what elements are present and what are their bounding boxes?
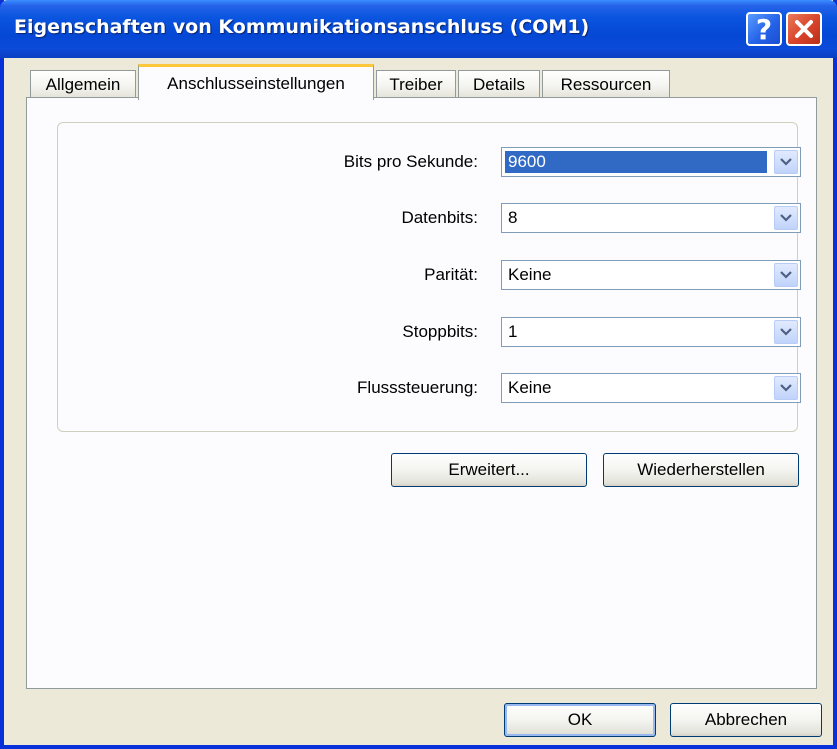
data-bits-value: 8: [508, 208, 518, 227]
flow-control-select[interactable]: Keine: [501, 373, 801, 403]
tab-anschlusseinstellungen[interactable]: Anschlusseinstellungen: [138, 64, 374, 100]
dropdown-button[interactable]: [774, 206, 798, 230]
properties-dialog: Eigenschaften von Kommunikationsanschlus…: [0, 0, 837, 749]
flow-control-label: Flusssteuerung:: [357, 378, 478, 397]
chevron-down-icon: [780, 384, 792, 392]
data-bits-select[interactable]: 8: [501, 203, 801, 233]
window-title: Eigenschaften von Kommunikationsanschlus…: [14, 16, 590, 38]
help-icon: ?: [755, 12, 773, 46]
tab-panel: Bits pro Sekunde: 9600 Datenbits: 8 Pari…: [26, 97, 817, 689]
dropdown-button[interactable]: [774, 376, 798, 400]
tab-ressourcen[interactable]: Ressourcen: [542, 70, 670, 98]
dropdown-button[interactable]: [774, 150, 798, 174]
chevron-down-icon: [780, 214, 792, 222]
dropdown-button[interactable]: [774, 263, 798, 287]
bits-per-second-label: Bits pro Sekunde:: [343, 152, 478, 171]
close-icon: [795, 20, 813, 38]
bits-per-second-select[interactable]: 9600: [501, 147, 801, 177]
chevron-down-icon: [780, 328, 792, 336]
dropdown-button[interactable]: [774, 320, 798, 344]
flow-control-value: Keine: [508, 378, 552, 397]
port-settings-group: Bits pro Sekunde: 9600 Datenbits: 8 Pari…: [57, 122, 801, 432]
advanced-button[interactable]: Erweitert...: [391, 453, 587, 487]
parity-select[interactable]: Keine: [501, 260, 801, 290]
stop-bits-value: 1: [508, 322, 518, 341]
ok-button[interactable]: OK: [504, 703, 656, 737]
stop-bits-select[interactable]: 1: [501, 317, 801, 347]
cancel-button[interactable]: Abbrechen: [670, 703, 822, 737]
chevron-down-icon: [780, 271, 792, 279]
restore-defaults-button[interactable]: Wiederherstellen: [603, 453, 799, 487]
title-bar[interactable]: Eigenschaften von Kommunikationsanschlus…: [0, 0, 837, 58]
data-bits-label: Datenbits:: [401, 208, 478, 227]
stop-bits-label: Stoppbits:: [402, 322, 478, 341]
close-button[interactable]: [786, 12, 822, 46]
help-button[interactable]: ?: [746, 12, 782, 46]
tab-treiber[interactable]: Treiber: [376, 70, 456, 98]
tab-details[interactable]: Details: [458, 70, 540, 98]
chevron-down-icon: [780, 158, 792, 166]
parity-value: Keine: [508, 265, 552, 284]
parity-label: Parität:: [424, 265, 478, 284]
bits-per-second-value: 9600: [505, 151, 767, 173]
tab-allgemein[interactable]: Allgemein: [30, 70, 136, 98]
